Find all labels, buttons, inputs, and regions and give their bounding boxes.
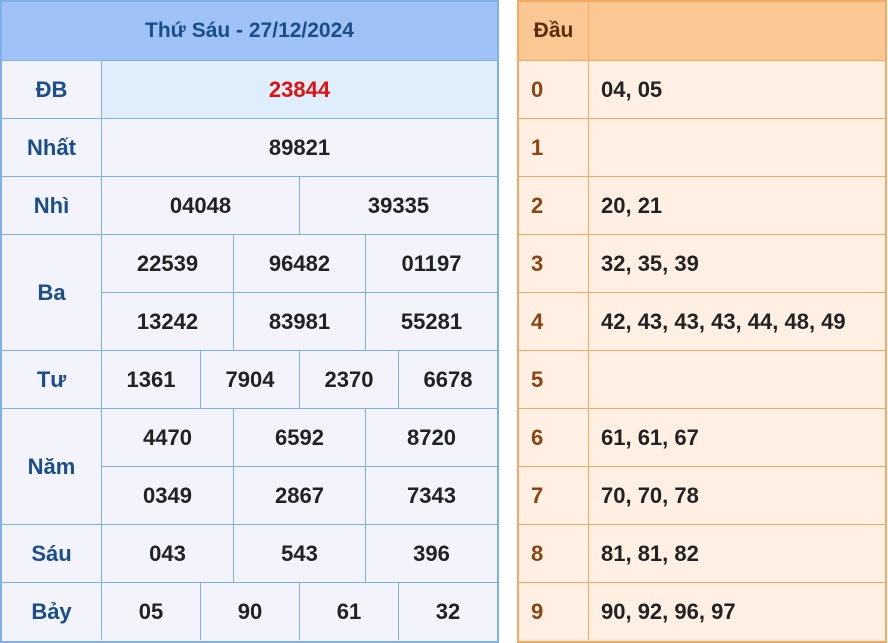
prize-number: 0349 (102, 467, 234, 524)
prize-number: 83981 (234, 293, 366, 350)
dau-head-digit: 1 (519, 119, 589, 176)
dau-table: Đầu 0 04, 05 1 2 20, 21 3 32, 35, 39 4 42, 43, 4… (517, 0, 887, 643)
prize-label: Bảy (2, 583, 102, 640)
prize-number: 96482 (234, 235, 366, 292)
dau-head-digit: 7 (519, 467, 589, 524)
dau-row: 8 81, 81, 82 (519, 525, 885, 583)
prize-number: 39335 (367, 192, 430, 218)
prize-number: 396 (413, 540, 450, 566)
dau-head-digit: 2 (519, 177, 589, 234)
dau-head-digit-text: 9 (531, 598, 544, 624)
dau-head-digit: 9 (519, 583, 589, 640)
dau-row: 9 90, 92, 96, 97 (519, 583, 885, 640)
prize-row: ĐB 23844 (2, 61, 497, 119)
prize-number: 55281 (400, 308, 463, 334)
prize-label: ĐB (2, 61, 102, 118)
dau-values: 81, 81, 82 (601, 540, 699, 566)
dau-head-digit-text: 0 (531, 76, 544, 102)
prize-label: Ba (2, 235, 102, 350)
dau-row: 0 04, 05 (519, 61, 885, 119)
dau-row: 4 42, 43, 43, 43, 44, 48, 49 (519, 293, 885, 351)
prize-number: 7343 (407, 482, 456, 508)
dau-head-digit-text: 7 (531, 482, 544, 508)
dau-values: 70, 70, 78 (601, 482, 699, 508)
dau-head-digit-text: 8 (531, 540, 544, 566)
special-prize-number: 23844 (102, 61, 497, 118)
results-table: Thứ Sáu - 27/12/2024 ĐB 23844 Nhất 89821 Nhì… (0, 0, 499, 643)
prize-number: 01197 (401, 250, 462, 276)
prize-number: 4470 (102, 409, 234, 466)
dau-values: 32, 35, 39 (601, 250, 699, 276)
dau-values (589, 351, 885, 408)
prize-number: 90 (201, 583, 300, 640)
prize-number: 89821 (268, 134, 331, 160)
dau-header-row: Đầu (519, 2, 885, 61)
prize-number: 2867 (234, 467, 366, 524)
dau-values: 04, 05 (601, 76, 663, 102)
dau-head-digit-text: 5 (531, 366, 544, 392)
prize-number: 7904 (201, 351, 300, 408)
prize-row: Nhì 04048 39335 (2, 177, 497, 235)
dau-head-digit: 8 (519, 525, 589, 582)
prize-row: Ba 22539 96482 01197 13242 83981 55281 (2, 235, 497, 351)
prize-number: 22539 (102, 235, 234, 292)
prize-number: 1361 (102, 351, 201, 408)
prize-row: Bảy 05 90 61 32 (2, 583, 497, 640)
dau-head-digit: 0 (519, 61, 589, 118)
prize-number: 04048 (102, 177, 300, 234)
prize-number: 2370 (300, 351, 399, 408)
prize-number: 543 (234, 525, 366, 582)
prize-number: 6678 (423, 366, 473, 392)
prize-label: Sáu (2, 525, 102, 582)
prize-number: 32 (435, 598, 461, 624)
prize-label: Nhì (2, 177, 102, 234)
prize-row: Sáu 043 543 396 (2, 525, 497, 583)
dau-header-label: Đầu (519, 2, 589, 60)
dau-values: 42, 43, 43, 43, 44, 48, 49 (601, 308, 846, 334)
dau-head-digit: 5 (519, 351, 589, 408)
dau-head-digit-text: 2 (531, 192, 544, 218)
dau-head-digit-text: 4 (531, 308, 544, 334)
prize-label: Nhất (2, 119, 102, 176)
dau-head-digit-text: 3 (531, 250, 544, 276)
prize-number: 05 (102, 583, 201, 640)
dau-row: 6 61, 61, 67 (519, 409, 885, 467)
dau-head-digit: 6 (519, 409, 589, 466)
dau-head-digit: 3 (519, 235, 589, 292)
dau-row: 3 32, 35, 39 (519, 235, 885, 293)
dau-row: 2 20, 21 (519, 177, 885, 235)
dau-values: 20, 21 (601, 192, 663, 218)
prize-number: 6592 (234, 409, 366, 466)
prize-row: Nhất 89821 (2, 119, 497, 177)
dau-values (589, 119, 885, 176)
dau-head-digit-text: 6 (531, 424, 544, 450)
prize-number: 13242 (102, 293, 234, 350)
dau-row: 5 (519, 351, 885, 409)
prize-row: Năm 4470 6592 8720 0349 2867 7343 (2, 409, 497, 525)
results-title: Thứ Sáu - 27/12/2024 (2, 2, 497, 61)
dau-head-digit-text: 1 (531, 134, 544, 160)
prize-number: 61 (300, 583, 399, 640)
prize-row: Tư 1361 7904 2370 6678 (2, 351, 497, 409)
dau-row: 1 (519, 119, 885, 177)
prize-label: Tư (2, 351, 102, 408)
prize-label: Năm (2, 409, 102, 524)
dau-row: 7 70, 70, 78 (519, 467, 885, 525)
prize-number: 8720 (407, 424, 456, 450)
dau-values: 90, 92, 96, 97 (601, 598, 736, 624)
prize-number: 043 (102, 525, 234, 582)
dau-head-digit: 4 (519, 293, 589, 350)
dau-values: 61, 61, 67 (601, 424, 699, 450)
